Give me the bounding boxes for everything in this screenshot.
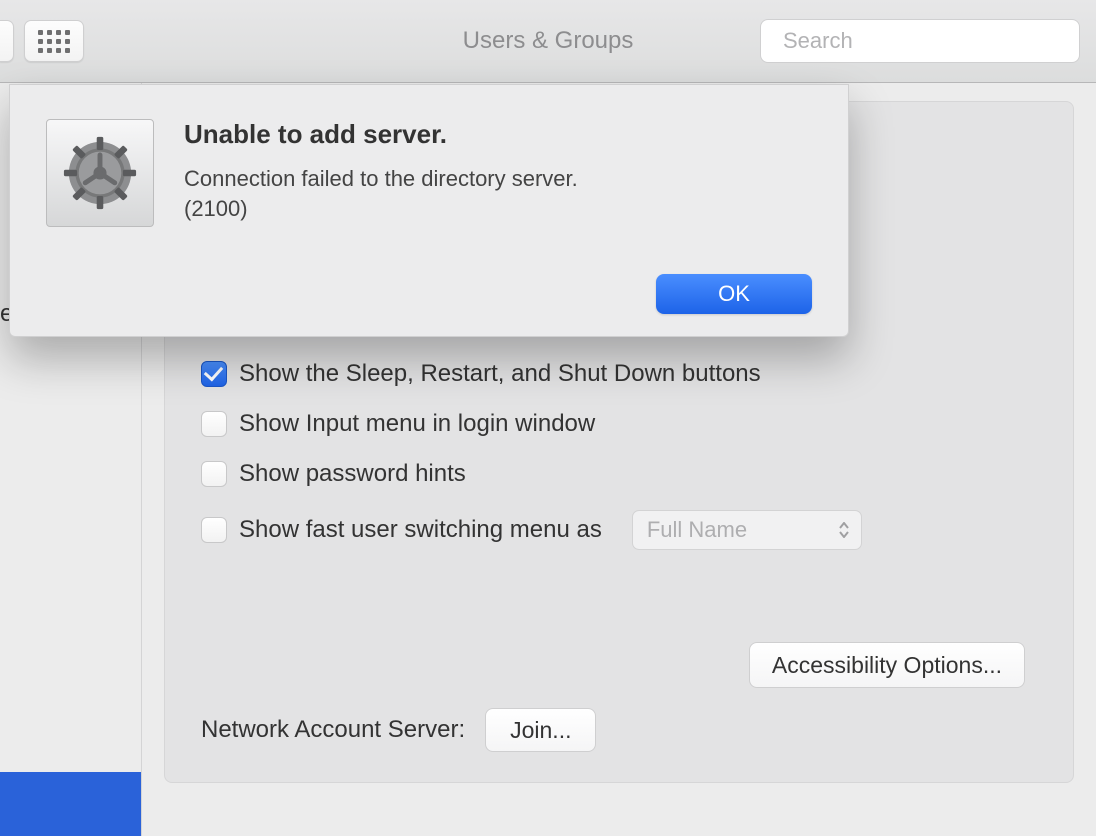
search-input[interactable]	[783, 28, 1071, 54]
button-label: Accessibility Options...	[772, 652, 1002, 679]
grid-icon	[38, 30, 70, 53]
nav-forward-button[interactable]	[0, 20, 14, 62]
option-password-hints[interactable]: Show password hints	[201, 460, 1043, 488]
option-label: Show Input menu in login window	[239, 410, 595, 438]
ok-button[interactable]: OK	[656, 274, 812, 314]
window-title: Users & Groups	[463, 27, 634, 55]
checkbox-icon[interactable]	[201, 411, 227, 437]
search-field[interactable]	[760, 19, 1080, 63]
network-account-label: Network Account Server:	[201, 716, 465, 744]
checkbox-icon[interactable]	[201, 517, 227, 543]
system-preferences-icon	[46, 119, 154, 227]
option-label: Show the Sleep, Restart, and Shut Down b…	[239, 360, 761, 388]
dialog-title: Unable to add server.	[184, 119, 812, 150]
option-input-menu[interactable]: Show Input menu in login window	[201, 410, 1043, 438]
option-label: Show password hints	[239, 460, 466, 488]
network-account-row: Network Account Server: Join...	[201, 708, 596, 752]
accessibility-options-button[interactable]: Accessibility Options...	[749, 642, 1025, 688]
toolbar: Users & Groups	[0, 0, 1096, 83]
select-value: Full Name	[647, 517, 747, 543]
sidebar-item-login-options[interactable]: ons	[0, 772, 141, 836]
error-dialog: Unable to add server. Connection failed …	[9, 84, 849, 337]
show-all-button[interactable]	[24, 20, 84, 62]
option-sleep-restart-shutdown[interactable]: Show the Sleep, Restart, and Shut Down b…	[201, 360, 1043, 388]
dialog-message: Connection failed to the directory serve…	[184, 164, 812, 223]
join-button[interactable]: Join...	[485, 708, 596, 752]
button-label: OK	[718, 281, 750, 306]
checkbox-icon[interactable]	[201, 461, 227, 487]
checkbox-checked-icon[interactable]	[201, 361, 227, 387]
fast-user-switching-select[interactable]: Full Name	[632, 510, 862, 550]
option-fast-user-switching[interactable]: Show fast user switching menu as Full Na…	[201, 510, 1043, 550]
option-label: Show fast user switching menu as	[239, 516, 602, 544]
chevron-updown-icon	[839, 522, 849, 538]
button-label: Join...	[510, 717, 571, 744]
